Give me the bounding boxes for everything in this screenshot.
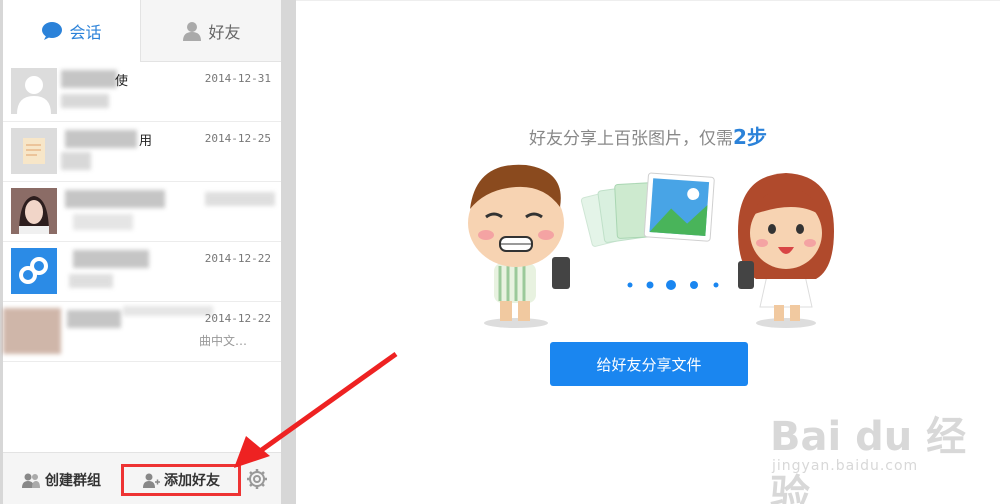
blurred-name	[67, 310, 121, 328]
app-logo-avatar-icon	[11, 248, 57, 294]
share-headline: 好友分享上百张图片，仅需2步	[296, 121, 1000, 150]
blurred-preview	[61, 152, 91, 170]
settings-gear-icon[interactable]	[246, 468, 268, 490]
blurred-preview	[69, 274, 113, 288]
conversation-item[interactable]	[3, 182, 281, 242]
boy-character	[468, 164, 570, 328]
share-file-button[interactable]: 给好友分享文件	[550, 342, 748, 386]
add-friend-button[interactable]: 添加好友	[121, 464, 241, 496]
create-group-button[interactable]: 创建群组	[21, 467, 101, 493]
blurred-name	[73, 250, 149, 268]
blurred-name	[61, 70, 117, 88]
conversation-date: 2014-12-22	[204, 312, 271, 325]
conversation-item[interactable]: 使 2014-12-31	[3, 62, 281, 122]
photo-stack-icon	[580, 172, 715, 247]
tab-friends[interactable]: 好友	[142, 0, 281, 62]
conversation-date: 2014-12-25	[204, 132, 271, 145]
girl-character	[738, 173, 834, 328]
headline-highlight: 2步	[733, 125, 767, 149]
progress-dots	[627, 280, 719, 290]
conversation-date: 2014-12-22	[204, 252, 271, 265]
tab-chat-label: 会话	[69, 23, 102, 42]
conversation-item[interactable]: 用 2014-12-25	[3, 122, 281, 182]
app-window: 会话 好友 使 2014-12-31 用 2014-12-25 2014-12-…	[0, 0, 1000, 504]
blurred-avatar	[3, 308, 61, 354]
photo-avatar-icon	[11, 188, 57, 234]
watermark-url: jingyan.baidu.com	[772, 458, 919, 474]
tab-friends-label: 好友	[208, 23, 241, 42]
blurred-date	[205, 192, 275, 206]
add-friend-label: 添加好友	[164, 473, 220, 489]
conversation-list: 使 2014-12-31 用 2014-12-25 2014-12-22 201…	[3, 62, 281, 362]
conversation-preview: 曲中文…	[199, 334, 248, 348]
annotation-arrow	[234, 351, 398, 468]
create-group-label: 创建群组	[45, 473, 101, 489]
chat-bubble-icon	[42, 22, 63, 40]
default-avatar-icon	[11, 68, 57, 114]
add-person-icon	[143, 473, 160, 488]
person-icon	[183, 22, 202, 41]
tab-bar: 会话 好友	[3, 0, 281, 62]
share-illustration	[468, 164, 834, 328]
blurred-name	[65, 190, 165, 208]
blurred-preview	[61, 94, 109, 108]
headline-text: 好友分享上百张图片，仅需	[529, 129, 734, 149]
blurred-preview	[73, 214, 133, 230]
note-avatar-icon	[11, 128, 57, 174]
conversation-item[interactable]: 2014-12-22	[3, 242, 281, 302]
conversation-date: 2014-12-31	[204, 72, 271, 85]
blurred-name	[65, 130, 137, 148]
group-icon	[22, 473, 40, 488]
tab-chat[interactable]: 会话	[3, 0, 141, 62]
conversation-name: 用	[139, 134, 153, 149]
baidu-watermark: Bai du 经验 jingyan.baidu.com	[770, 400, 990, 504]
blurred-preview	[123, 306, 213, 316]
conversation-name: 使	[115, 74, 129, 89]
watermark-brand: Bai du 经验	[770, 414, 967, 504]
